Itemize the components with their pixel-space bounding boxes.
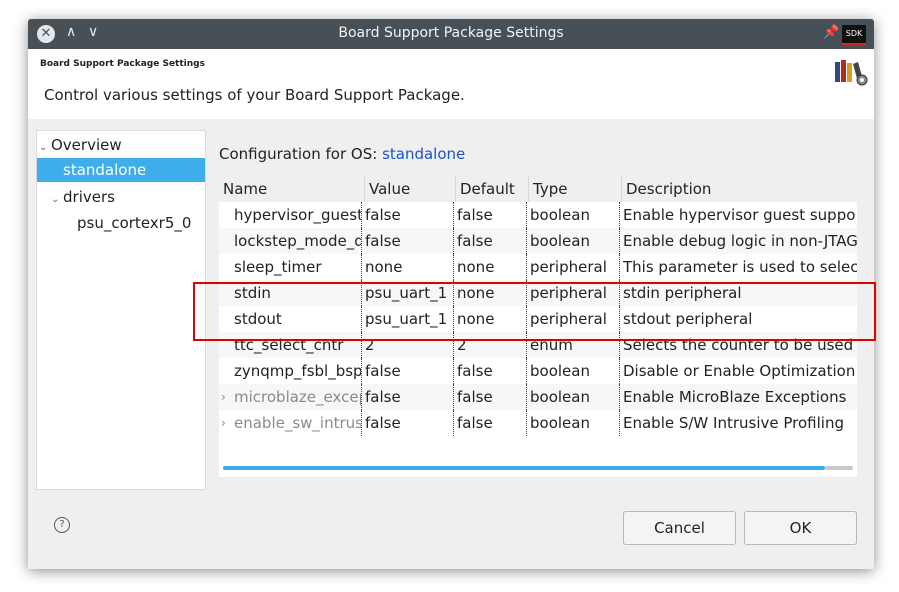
- tree-item-label: psu_cortexr5_0: [77, 214, 192, 232]
- cell-type: boolean: [526, 410, 620, 436]
- chevron-down-icon[interactable]: ⌄: [51, 188, 63, 212]
- dialog-header: Board Support Package Settings Control v…: [28, 49, 874, 119]
- column-header-description[interactable]: Description: [621, 176, 857, 202]
- cell-value[interactable]: false: [361, 202, 453, 228]
- cell-default: none: [453, 254, 527, 280]
- ok-button[interactable]: OK: [744, 511, 857, 545]
- chevron-down-icon[interactable]: ⌄: [39, 136, 51, 160]
- table-row[interactable]: hypervisor_guest false false boolean Ena…: [219, 202, 857, 228]
- cell-value[interactable]: false: [361, 228, 453, 254]
- tree-item-drivers[interactable]: ⌄ drivers: [51, 185, 115, 209]
- cell-name: microblaze_excep: [234, 388, 361, 406]
- tree-item-overview[interactable]: ⌄ Overview: [39, 133, 122, 157]
- cell-description: Disable or Enable Optimization: [619, 358, 857, 384]
- cell-default: false: [453, 358, 527, 384]
- table-row-expandable[interactable]: › enable_sw_intrusi false false boolean …: [219, 410, 857, 436]
- cell-type: boolean: [526, 384, 620, 410]
- table-row[interactable]: sleep_timer none none peripheral This pa…: [219, 254, 857, 280]
- header-description: Control various settings of your Board S…: [44, 86, 465, 104]
- table-row[interactable]: zynqmp_fsbl_bsp false false boolean Disa…: [219, 358, 857, 384]
- cell-default: false: [453, 410, 527, 436]
- cell-default: false: [453, 384, 527, 410]
- cell-value[interactable]: none: [361, 254, 453, 280]
- scrollbar-track-remaining[interactable]: [825, 466, 853, 470]
- scrollbar-thumb[interactable]: [223, 466, 825, 470]
- column-header-value[interactable]: Value: [364, 176, 456, 202]
- cell-type: peripheral: [526, 254, 620, 280]
- window-title: Board Support Package Settings: [338, 25, 564, 41]
- config-label: Configuration for OS:: [219, 145, 378, 163]
- cell-name: hypervisor_guest: [234, 206, 361, 224]
- title-bar: ✕ ∧ ∨ Board Support Package Settings 📌 S…: [28, 19, 874, 49]
- column-header-type[interactable]: Type: [528, 176, 622, 202]
- cell-description: This parameter is used to selec: [619, 254, 857, 280]
- config-heading: Configuration for OS: standalone: [219, 145, 465, 163]
- config-os-value: standalone: [382, 145, 466, 163]
- column-header-name[interactable]: Name: [219, 176, 364, 202]
- tree-item-label: Overview: [51, 136, 122, 154]
- cell-value[interactable]: false: [361, 358, 453, 384]
- tree-item-standalone[interactable]: standalone: [37, 158, 205, 182]
- cell-description: Enable hypervisor guest suppo: [619, 202, 857, 228]
- table-row[interactable]: lockstep_mode_de false false boolean Ena…: [219, 228, 857, 254]
- cell-description: Enable MicroBlaze Exceptions: [619, 384, 857, 410]
- cell-type: boolean: [526, 228, 620, 254]
- cancel-button[interactable]: Cancel: [623, 511, 736, 545]
- cell-description: Enable S/W Intrusive Profiling: [619, 410, 857, 436]
- horizontal-scrollbar[interactable]: [219, 464, 857, 472]
- books-gear-icon: [835, 60, 868, 86]
- cell-value[interactable]: false: [361, 410, 453, 436]
- cell-default: false: [453, 202, 527, 228]
- cell-type: boolean: [526, 202, 620, 228]
- help-icon[interactable]: ?: [54, 517, 70, 533]
- tree-item-psu-cortexr5-0[interactable]: psu_cortexr5_0: [77, 211, 191, 235]
- tree-item-label: drivers: [63, 188, 115, 206]
- highlight-annotation: [193, 282, 876, 341]
- settings-tree: ⌄ Overview standalone ⌄ drivers psu_cortex…: [36, 130, 206, 490]
- cell-name: sleep_timer: [234, 258, 322, 276]
- table-header: Name Value Default Type Description: [219, 176, 857, 202]
- pin-icon[interactable]: 📌: [823, 25, 839, 40]
- cell-name: lockstep_mode_de: [234, 232, 361, 250]
- cell-description: Enable debug logic in non-JTAG: [619, 228, 857, 254]
- tree-item-label: standalone: [63, 161, 147, 179]
- cell-name: enable_sw_intrusi: [234, 414, 361, 432]
- cell-value[interactable]: false: [361, 384, 453, 410]
- column-header-default[interactable]: Default: [455, 176, 529, 202]
- cell-type: boolean: [526, 358, 620, 384]
- table-row-expandable[interactable]: › microblaze_excep false false boolean E…: [219, 384, 857, 410]
- sdk-badge: SDK: [842, 25, 866, 45]
- cell-name: zynqmp_fsbl_bsp: [234, 362, 361, 380]
- header-title: Board Support Package Settings: [40, 59, 205, 69]
- cell-default: false: [453, 228, 527, 254]
